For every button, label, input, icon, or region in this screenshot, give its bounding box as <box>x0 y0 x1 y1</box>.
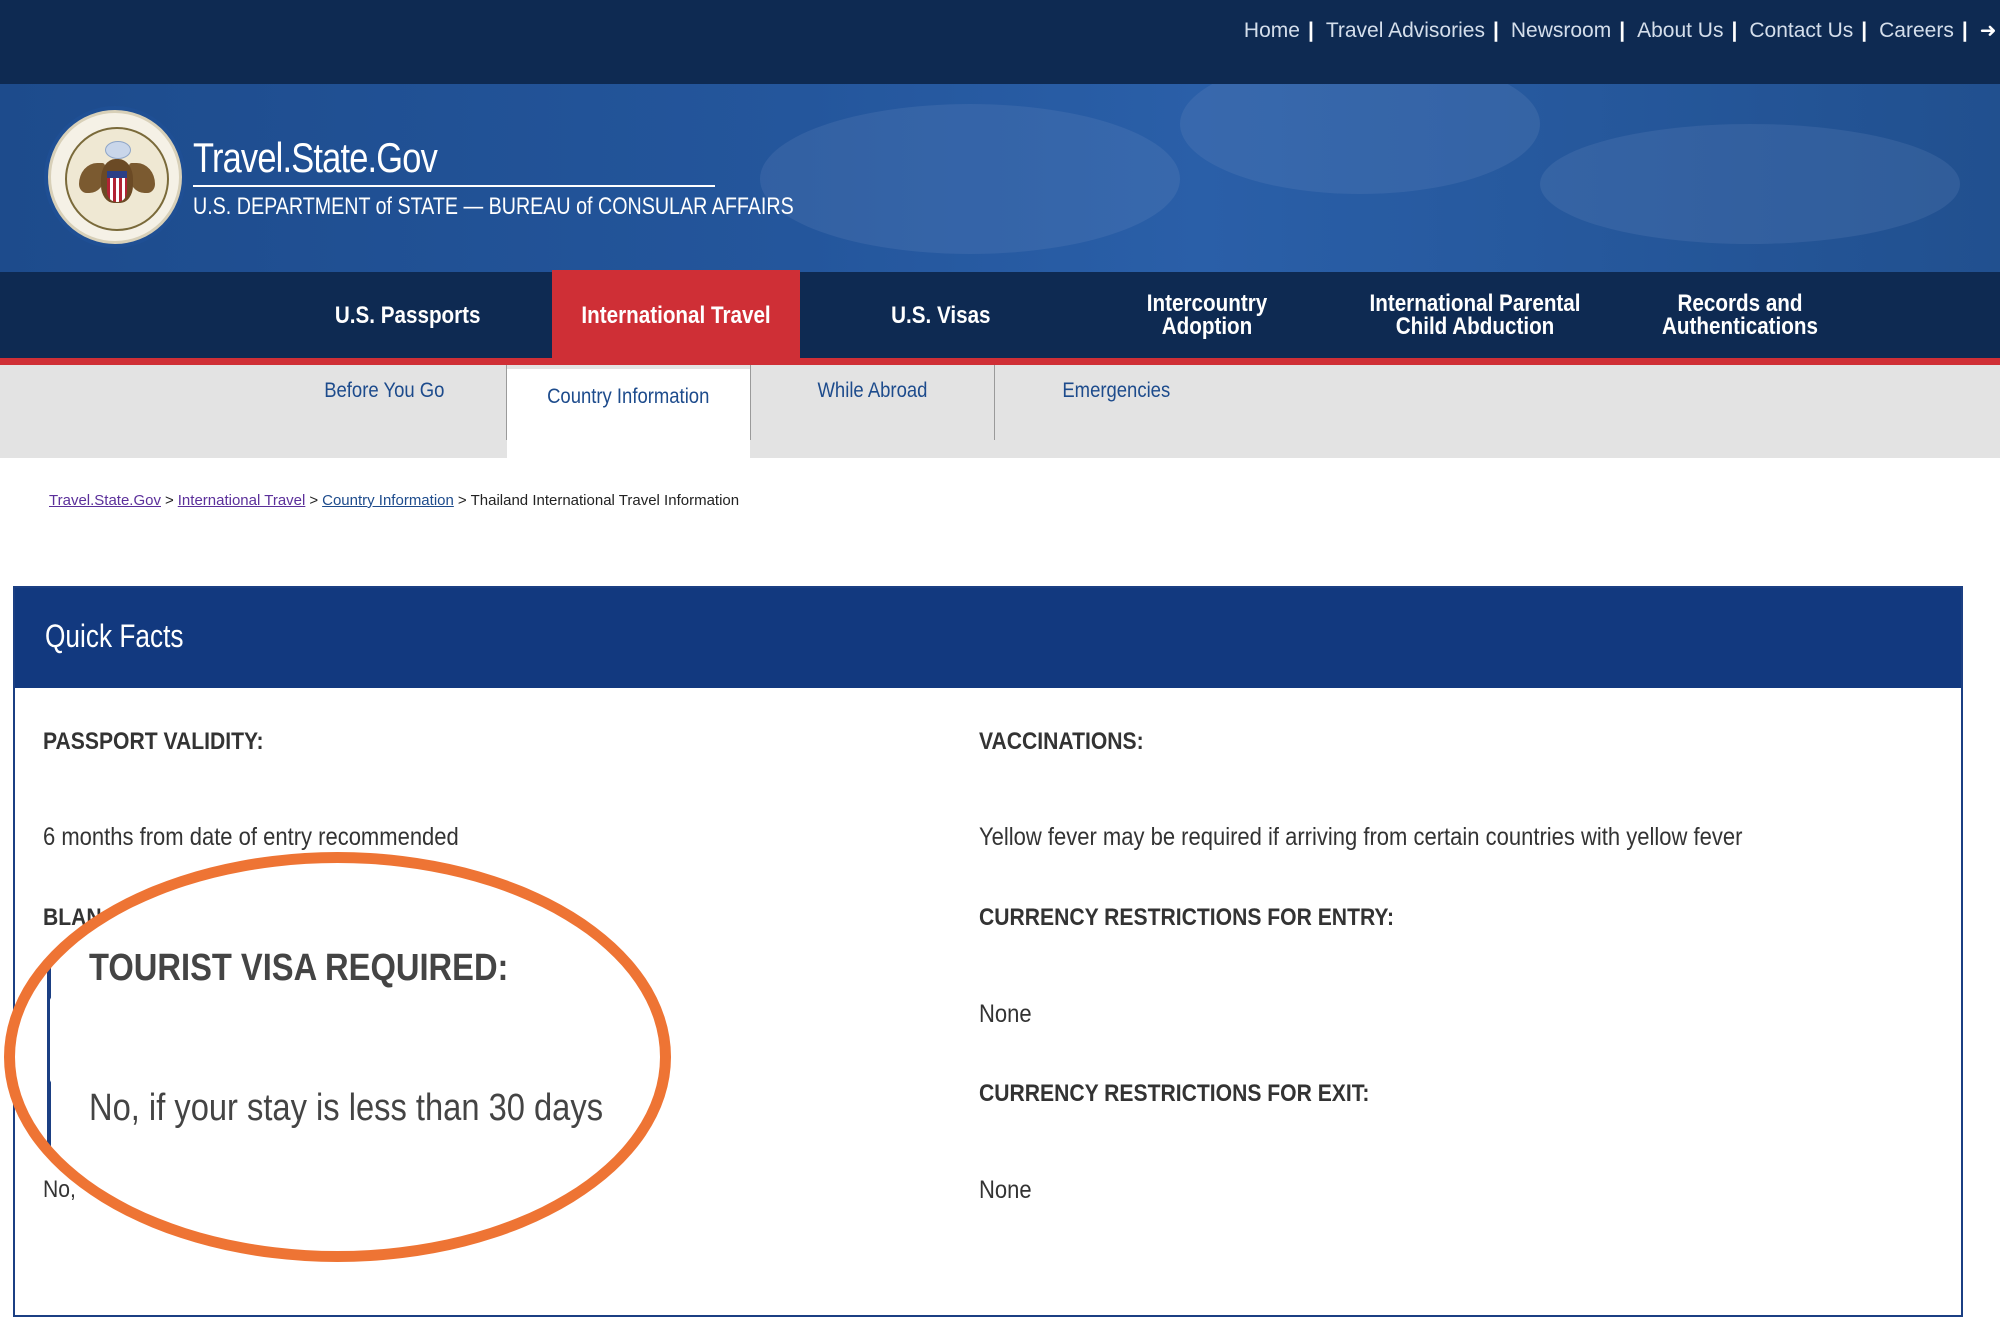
map-background <box>1540 124 1960 244</box>
login-icon[interactable]: ➜ <box>1980 18 1997 43</box>
currency-exit-value: None <box>979 1176 1032 1204</box>
main-nav: U.S. Passports International Travel U.S.… <box>0 270 2000 365</box>
breadcrumb-link-home[interactable]: Travel.State.Gov <box>49 492 161 509</box>
map-background <box>760 104 1180 254</box>
nav-records-and-authentications[interactable]: Records and Authentications <box>1622 272 1858 358</box>
nav-label: Intercountry Adoption <box>1146 290 1268 340</box>
utility-links: Home | Travel Advisories | Newsroom | About… <box>1244 18 2000 43</box>
quick-facts-title: Quick Facts <box>45 618 184 654</box>
subnav-while-abroad[interactable]: While Abroad <box>751 365 993 440</box>
breadcrumb-link-country-information[interactable]: Country Information <box>322 492 454 509</box>
breadcrumb-current: Thailand International Travel Informatio… <box>470 492 740 509</box>
department-of-state-seal-icon[interactable] <box>48 110 182 244</box>
breadcrumb-link-international-travel[interactable]: International Travel <box>178 492 306 509</box>
breadcrumb-separator: > <box>165 492 174 509</box>
passport-validity-value: 6 months from date of entry recommended <box>43 823 459 851</box>
nav-us-visas[interactable]: U.S. Visas <box>860 272 1022 358</box>
utility-link-home[interactable]: Home <box>1244 19 1300 43</box>
subnav-label: Emergencies <box>1062 379 1170 402</box>
vaccinations-label: VACCINATIONS: <box>979 728 1144 755</box>
title-divider <box>193 185 715 187</box>
subnav-before-you-go[interactable]: Before You Go <box>266 365 502 440</box>
highlight-ellipse <box>4 852 671 1262</box>
subnav-label: Country Information <box>547 385 710 408</box>
seal-shield <box>107 171 127 202</box>
sub-nav: Before You Go Country Information While … <box>0 365 2000 462</box>
vaccinations-value: Yellow fever may be required if arriving… <box>979 823 1743 851</box>
separator: | <box>1619 18 1626 42</box>
nav-label: International Parental Child Abduction <box>1369 290 1581 340</box>
seal-ring <box>65 127 169 231</box>
quick-facts-header: Quick Facts <box>15 588 1961 688</box>
nav-label: Records and Authentications <box>1662 290 1818 340</box>
separator: | <box>1961 18 1968 42</box>
currency-entry-value: None <box>979 1000 1032 1028</box>
subnav-emergencies[interactable]: Emergencies <box>995 365 1237 440</box>
seal-glory <box>105 141 131 159</box>
passport-validity-label: PASSPORT VALIDITY: <box>43 728 264 755</box>
nav-label: U.S. Passports <box>335 301 481 329</box>
subnav-country-information[interactable]: Country Information <box>507 369 750 462</box>
nav-label: International Travel <box>581 301 771 329</box>
utility-link-contact-us[interactable]: Contact Us <box>1749 19 1853 43</box>
utility-link-newsroom[interactable]: Newsroom <box>1511 19 1611 43</box>
separator: | <box>1731 18 1738 42</box>
site-subtitle: U.S. DEPARTMENT of STATE — BUREAU of CON… <box>193 193 794 220</box>
utility-link-travel-advisories[interactable]: Travel Advisories <box>1326 19 1485 43</box>
nav-international-parental-child-abduction[interactable]: International Parental Child Abduction <box>1352 272 1598 358</box>
map-background <box>1180 84 1540 194</box>
currency-exit-label: CURRENCY RESTRICTIONS FOR EXIT: <box>979 1080 1370 1107</box>
subnav-label: Before You Go <box>323 379 445 402</box>
subnav-label: While Abroad <box>817 379 927 402</box>
currency-entry-label: CURRENCY RESTRICTIONS FOR ENTRY: <box>979 904 1394 931</box>
breadcrumb-separator: > <box>457 492 467 509</box>
breadcrumb-separator: > <box>309 492 319 509</box>
nav-label: U.S. Visas <box>891 301 991 329</box>
utility-link-about-us[interactable]: About Us <box>1637 19 1723 43</box>
separator: | <box>1492 18 1499 42</box>
separator: | <box>1861 18 1868 42</box>
utility-link-careers[interactable]: Careers <box>1879 19 1954 43</box>
nav-us-passports[interactable]: U.S. Passports <box>312 272 504 358</box>
page: Home | Travel Advisories | Newsroom | About… <box>0 0 2000 1333</box>
nav-international-travel[interactable]: International Travel <box>552 270 800 360</box>
utility-bar: Home | Travel Advisories | Newsroom | About… <box>0 0 2000 84</box>
site-title[interactable]: Travel.State.Gov <box>193 134 438 182</box>
separator: | <box>1307 18 1314 42</box>
breadcrumb: Travel.State.Gov > International Travel > Co… <box>49 492 739 509</box>
nav-intercountry-adoption[interactable]: Intercountry Adoption <box>1082 272 1332 358</box>
